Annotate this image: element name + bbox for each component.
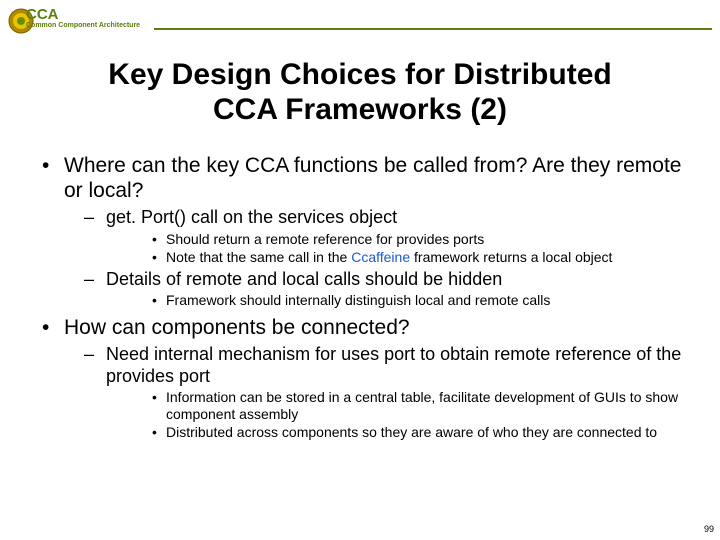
bullet-2-1-text: Need internal mechanism for uses port to… — [106, 344, 681, 386]
bullet-1-1-2: Note that the same call in the Ccaffeine… — [106, 249, 690, 266]
header: CCA Common Component Architecture — [4, 6, 716, 36]
bullet-2-1-1: Information can be stored in a central t… — [106, 389, 690, 423]
bullet-1: Where can the key CCA functions be calle… — [40, 153, 690, 309]
page-number: 99 — [704, 524, 714, 534]
slide: CCA Common Component Architecture Key De… — [0, 0, 720, 540]
bullet-2-1-2: Distributed across components so they ar… — [106, 424, 690, 441]
title-line-2: CCA Frameworks (2) — [213, 93, 507, 126]
header-subtitle: Common Component Architecture — [26, 22, 140, 29]
bullet-2-text: How can components be connected? — [64, 316, 410, 339]
bullet-2: How can components be connected? Need in… — [40, 315, 690, 441]
bullet-1-1-1: Should return a remote reference for pro… — [106, 231, 690, 248]
bullet-1-2: Details of remote and local calls should… — [64, 269, 690, 309]
header-acronym: CCA — [26, 6, 59, 23]
bullet-1-1-2a: Note that the same call in the — [166, 249, 351, 265]
bullet-1-text: Where can the key CCA functions be calle… — [64, 154, 681, 202]
bullet-1-2-text: Details of remote and local calls should… — [106, 269, 502, 289]
slide-title: Key Design Choices for Distributed CCA F… — [0, 58, 720, 127]
header-rule — [154, 28, 712, 30]
bullet-1-1: get. Port() call on the services object … — [64, 207, 690, 265]
bullet-1-1-2b: framework returns a local object — [410, 249, 612, 265]
title-line-1: Key Design Choices for Distributed — [108, 58, 611, 91]
bullet-1-1-text: get. Port() call on the services object — [106, 207, 397, 227]
bullet-1-2-1: Framework should internally distinguish … — [106, 292, 690, 309]
bullet-2-1: Need internal mechanism for uses port to… — [64, 344, 690, 441]
ccaffeine-link[interactable]: Ccaffeine — [351, 249, 410, 265]
slide-body: Where can the key CCA functions be calle… — [40, 153, 690, 447]
